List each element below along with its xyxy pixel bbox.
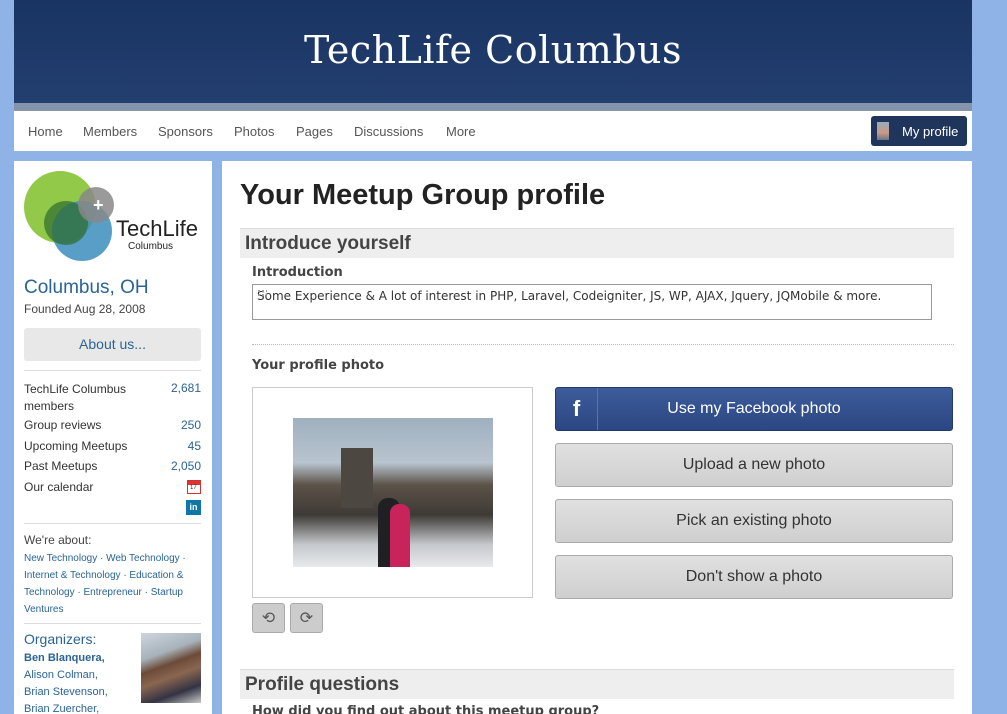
stat-reviews[interactable]: Group reviews 250 bbox=[24, 418, 201, 432]
resize-handle[interactable] bbox=[257, 289, 267, 297]
intro-section-header: Introduce yourself bbox=[240, 228, 954, 258]
divider bbox=[24, 523, 201, 524]
facebook-icon: f bbox=[556, 388, 598, 430]
group-logo[interactable]: + TechLife Columbus bbox=[22, 169, 206, 265]
top-nav: Home Members Sponsors Photos Pages Discu… bbox=[14, 111, 972, 151]
stat-members[interactable]: TechLife Columbus members 2,681 bbox=[24, 381, 201, 415]
page-title: Your Meetup Group profile bbox=[240, 179, 606, 211]
about-us-button[interactable]: About us... bbox=[24, 328, 201, 361]
photo-building bbox=[341, 448, 373, 508]
about-heading: We're about: bbox=[24, 533, 92, 547]
question-label: How did you find out about this meetup g… bbox=[252, 704, 600, 714]
introduction-value: Some Experience & A lot of interest in P… bbox=[257, 289, 882, 303]
nav-photos[interactable]: Photos bbox=[234, 124, 274, 139]
group-banner: TechLife Columbus bbox=[14, 0, 972, 111]
rotate-right-icon[interactable]: ⟳ bbox=[290, 603, 323, 633]
organizer-link[interactable]: Brian Zuercher, bbox=[24, 701, 108, 714]
group-city[interactable]: Columbus, OH bbox=[24, 277, 149, 299]
nav-more[interactable]: More bbox=[446, 124, 476, 139]
profile-thumbnail bbox=[877, 122, 889, 140]
svg-text:Columbus: Columbus bbox=[128, 241, 173, 252]
profile-photo bbox=[293, 418, 493, 567]
stat-label: Group reviews bbox=[24, 418, 102, 432]
calendar-icon[interactable]: 17 bbox=[187, 480, 201, 494]
svg-text:TechLife: TechLife bbox=[116, 216, 198, 241]
section-title: Introduce yourself bbox=[245, 233, 411, 254]
divider bbox=[24, 370, 201, 371]
divider bbox=[24, 623, 201, 624]
stat-value[interactable]: 2,050 bbox=[171, 459, 201, 473]
pick-existing-photo-button[interactable]: Pick an existing photo bbox=[555, 499, 953, 543]
no-photo-button[interactable]: Don't show a photo bbox=[555, 555, 953, 599]
stat-past[interactable]: Past Meetups 2,050 bbox=[24, 459, 201, 473]
introduction-field[interactable]: Some Experience & A lot of interest in P… bbox=[252, 284, 932, 320]
calendar-link[interactable]: Our calendar 17 bbox=[24, 480, 201, 494]
nav-members[interactable]: Members bbox=[83, 124, 137, 139]
organizer-link[interactable]: Ben Blanquera, bbox=[24, 650, 108, 667]
stat-value[interactable]: 2,681 bbox=[171, 381, 201, 395]
stat-upcoming[interactable]: Upcoming Meetups 45 bbox=[24, 439, 201, 453]
nav-discussions[interactable]: Discussions bbox=[354, 124, 423, 139]
section-title: Profile questions bbox=[245, 674, 400, 695]
nav-home[interactable]: Home bbox=[28, 124, 63, 139]
stat-label: Upcoming Meetups bbox=[24, 439, 128, 453]
profile-panel: Your Meetup Group profile Introduce your… bbox=[222, 161, 972, 714]
photo-preview-frame bbox=[252, 387, 533, 598]
my-profile-button[interactable]: My profile bbox=[871, 116, 967, 146]
intro-label: Introduction bbox=[252, 265, 343, 280]
photo-person bbox=[390, 504, 410, 567]
nav-sponsors[interactable]: Sponsors bbox=[158, 124, 213, 139]
organizer-link[interactable]: Brian Stevenson, bbox=[24, 684, 108, 701]
founded-date: Founded Aug 28, 2008 bbox=[24, 302, 146, 316]
organizer-link[interactable]: Alison Colman, bbox=[24, 667, 108, 684]
svg-text:+: + bbox=[93, 195, 104, 215]
organizers-heading: Organizers: bbox=[24, 631, 97, 647]
stat-value[interactable]: 250 bbox=[181, 418, 201, 432]
topic-links[interactable]: New Technology · Web Technology · Intern… bbox=[24, 550, 204, 618]
stat-label: Our calendar bbox=[24, 480, 94, 494]
group-sidebar: + TechLife Columbus Columbus, OH Founded… bbox=[14, 161, 212, 714]
organizers-list: Ben Blanquera, Alison Colman, Brian Stev… bbox=[24, 650, 108, 714]
divider bbox=[252, 344, 954, 345]
photo-label: Your profile photo bbox=[252, 358, 385, 373]
stat-label: TechLife Columbus members bbox=[24, 382, 127, 413]
upload-photo-button[interactable]: Upload a new photo bbox=[555, 443, 953, 487]
stat-value[interactable]: 45 bbox=[188, 439, 201, 453]
organizer-photo[interactable] bbox=[141, 633, 201, 703]
stat-label: Past Meetups bbox=[24, 459, 98, 473]
my-profile-label: My profile bbox=[902, 124, 959, 139]
use-facebook-photo-button[interactable]: f Use my Facebook photo bbox=[555, 387, 953, 431]
questions-section-header: Profile questions bbox=[240, 669, 954, 699]
rotate-left-icon[interactable]: ⟲ bbox=[252, 603, 285, 633]
group-title[interactable]: TechLife Columbus bbox=[14, 28, 972, 72]
nav-pages[interactable]: Pages bbox=[296, 124, 333, 139]
button-label: Use my Facebook photo bbox=[667, 400, 841, 417]
linkedin-icon[interactable]: in bbox=[186, 500, 201, 515]
